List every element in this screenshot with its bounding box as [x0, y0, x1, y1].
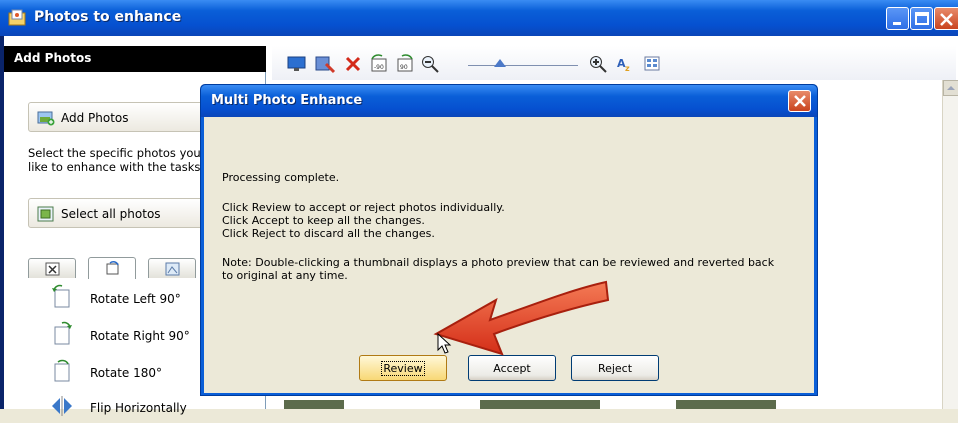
dialog-titlebar[interactable]: Multi Photo Enhance	[201, 85, 817, 117]
review-label: Review	[381, 361, 425, 376]
slideshow-icon[interactable]	[286, 54, 308, 74]
zoom-in-icon[interactable]	[588, 54, 610, 74]
maximize-button[interactable]	[910, 7, 933, 30]
main-window: Photos to enhance Add Photos Add Photos …	[0, 0, 958, 416]
pane-header: Add Photos	[4, 46, 266, 72]
task-label: Rotate Left 90°	[90, 292, 181, 306]
rotate-icon	[106, 261, 119, 275]
photo-thumbnail[interactable]	[284, 400, 344, 409]
toolbar: -90 90 Az	[272, 46, 956, 80]
dialog-title: Multi Photo Enhance	[211, 93, 363, 108]
add-photos-icon	[37, 111, 55, 126]
task-label: Flip Horizontally	[90, 401, 187, 415]
zoom-slider-thumb[interactable]	[494, 59, 506, 67]
tab-rotate[interactable]	[88, 257, 136, 279]
maximize-icon	[915, 12, 929, 25]
svg-text:-90: -90	[374, 64, 384, 71]
task-label: Rotate Right 90°	[90, 329, 190, 343]
zoom-out-icon[interactable]	[420, 54, 442, 74]
svg-text:z: z	[625, 64, 630, 73]
photo-thumbnail[interactable]	[480, 400, 600, 409]
tab-effects[interactable]	[148, 258, 196, 278]
photo-folder-icon	[8, 9, 26, 26]
instruction-line: Click Reject to discard all the changes.	[222, 227, 435, 240]
vertical-scrollbar[interactable]	[942, 80, 958, 409]
close-icon	[794, 95, 806, 107]
scroll-up-icon	[947, 86, 955, 90]
window-title: Photos to enhance	[34, 9, 182, 25]
rotate-right-icon[interactable]: 90	[394, 54, 416, 74]
scroll-up-button[interactable]	[943, 80, 958, 96]
dialog-close-button[interactable]	[788, 90, 811, 112]
rotate-left-icon	[52, 284, 70, 308]
instruction-line: Click Review to accept or reject photos …	[222, 201, 505, 214]
zoom-slider[interactable]	[468, 65, 578, 66]
flip-horizontal-icon	[52, 396, 72, 416]
minimize-button[interactable]	[886, 7, 909, 30]
close-button[interactable]	[934, 7, 958, 30]
enhance-icon[interactable]	[314, 54, 336, 74]
delete-icon[interactable]	[342, 54, 364, 74]
mouse-cursor-icon	[437, 333, 452, 354]
instruction-line: Click Accept to keep all the changes.	[222, 214, 425, 227]
select-all-label: Select all photos	[61, 207, 161, 221]
photo-thumbnail[interactable]	[676, 400, 776, 409]
tab-adjust[interactable]	[28, 258, 76, 278]
window-titlebar[interactable]: Photos to enhance	[0, 0, 958, 36]
sort-icon[interactable]: Az	[616, 54, 638, 74]
minimize-icon	[893, 22, 901, 25]
adjust-icon	[45, 262, 60, 276]
note-line: to original at any time.	[222, 269, 348, 282]
view-icon[interactable]	[642, 54, 664, 74]
add-photos-label: Add Photos	[61, 111, 129, 125]
close-icon	[940, 13, 953, 26]
rotate-left-icon[interactable]: -90	[368, 54, 390, 74]
task-label: Rotate 180°	[90, 366, 163, 380]
status-text: Processing complete.	[222, 171, 340, 184]
svg-text:90: 90	[400, 64, 408, 71]
rotate-right-icon	[54, 321, 72, 345]
select-all-icon	[37, 206, 54, 222]
rotate-180-icon	[54, 359, 70, 382]
effects-icon	[165, 262, 180, 276]
